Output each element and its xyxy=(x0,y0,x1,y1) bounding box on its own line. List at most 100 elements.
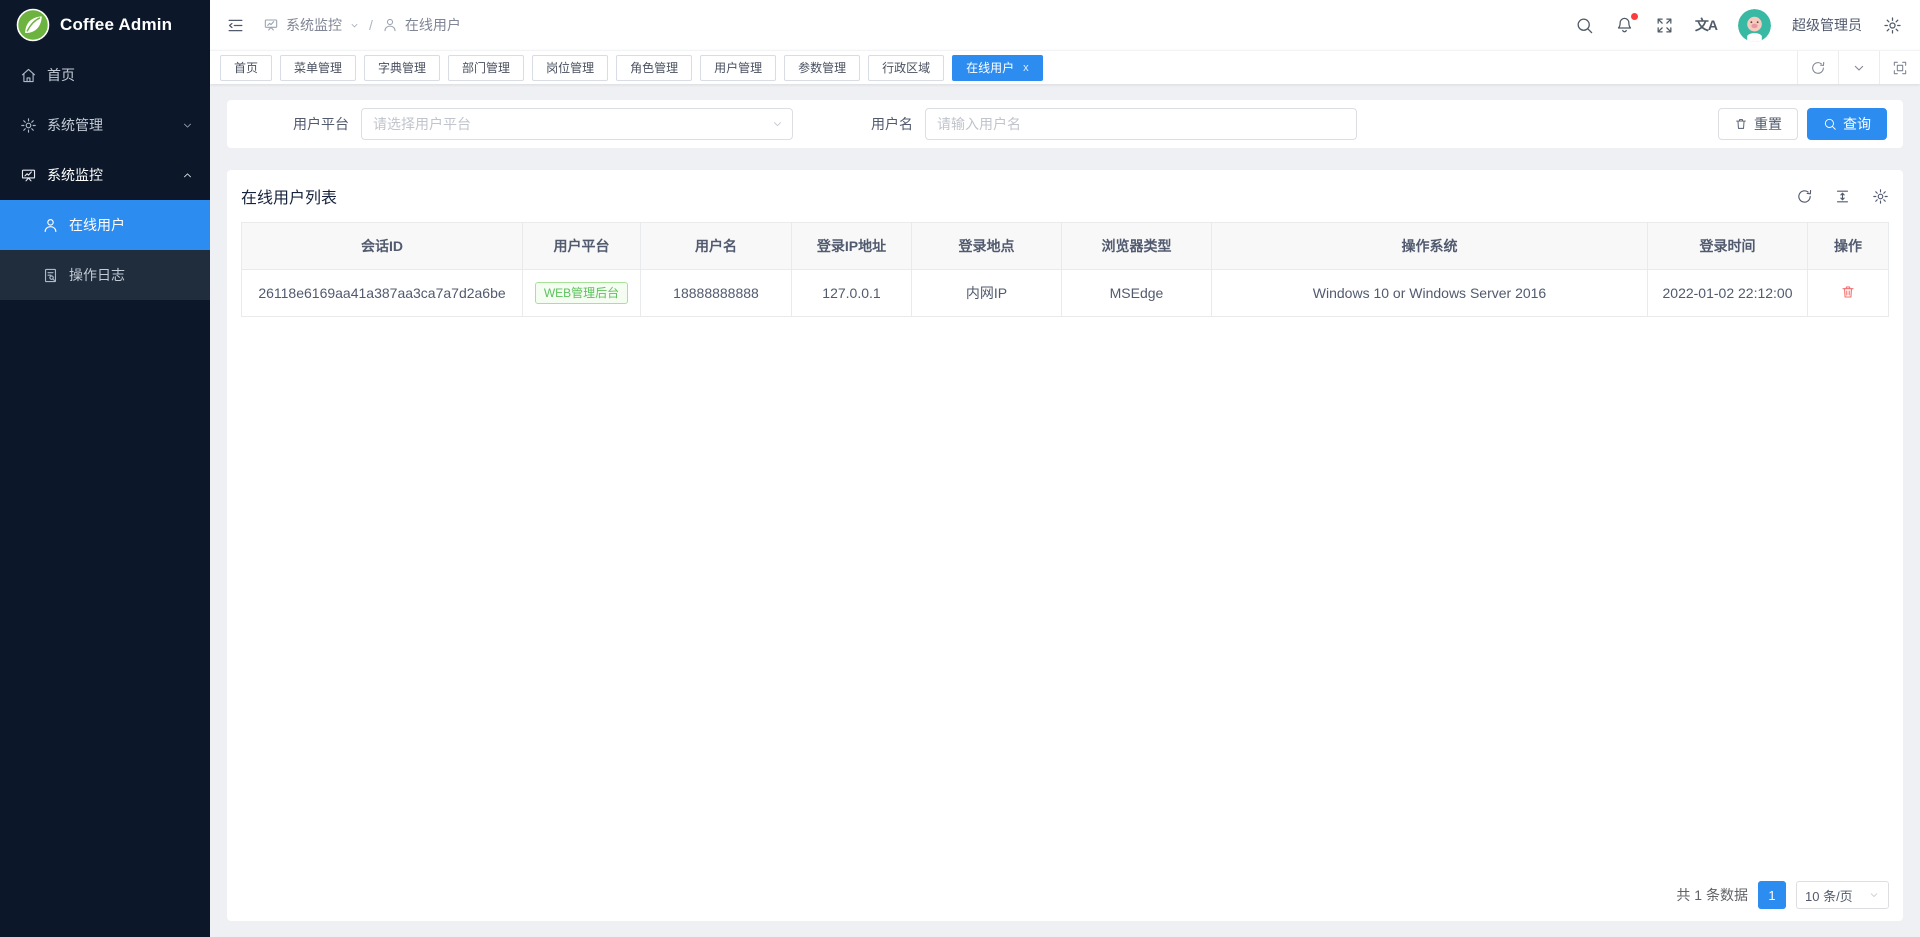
pagination-total: 共 1 条数据 xyxy=(1676,885,1748,905)
sidebar-collapse-icon[interactable] xyxy=(226,16,245,35)
reset-button[interactable]: 重置 xyxy=(1718,108,1798,140)
settings-gear-icon[interactable] xyxy=(1883,16,1902,35)
cell-platform: WEB管理后台 xyxy=(523,270,641,317)
tab-role-management[interactable]: 角色管理 xyxy=(616,55,692,81)
notification-badge xyxy=(1631,13,1638,20)
filter-actions: 重置 查询 xyxy=(1718,108,1887,140)
avatar[interactable] xyxy=(1738,9,1771,42)
username-input[interactable] xyxy=(925,108,1357,140)
fullscreen-icon[interactable] xyxy=(1655,16,1674,35)
top-header: 系统监控 / 在线用户 文A 超级管 xyxy=(210,0,1920,50)
tab-online-users[interactable]: 在线用户 x xyxy=(952,55,1043,81)
cell-os: Windows 10 or Windows Server 2016 xyxy=(1212,270,1648,317)
sidebar-item-label: 操作日志 xyxy=(69,265,125,285)
col-actions: 操作 xyxy=(1808,223,1889,270)
breadcrumb-parent[interactable]: 系统监控 xyxy=(286,15,342,35)
tab-user-management[interactable]: 用户管理 xyxy=(700,55,776,81)
search-icon[interactable] xyxy=(1575,16,1594,35)
sidebar-item-label: 系统监控 xyxy=(47,165,103,185)
person-icon xyxy=(382,17,398,33)
main-area: 系统监控 / 在线用户 文A 超级管 xyxy=(210,0,1920,937)
username-field[interactable] xyxy=(925,108,1357,140)
tab-bar: 首页 菜单管理 字典管理 部门管理 岗位管理 角色管理 用户管理 参数管理 行政… xyxy=(210,50,1920,84)
platform-select[interactable] xyxy=(361,108,793,140)
monitor-board-icon xyxy=(263,17,279,33)
trash-icon xyxy=(1734,117,1748,131)
col-username: 用户名 xyxy=(641,223,792,270)
cell-username: 18888888888 xyxy=(641,270,792,317)
log-search-icon xyxy=(42,267,59,284)
page-content: 用户平台 用户名 重置 xyxy=(210,84,1920,937)
delete-trash-icon[interactable] xyxy=(1840,284,1856,300)
cell-login-time: 2022-01-02 22:12:00 xyxy=(1648,270,1808,317)
online-users-table: 会话ID 用户平台 用户名 登录IP地址 登录地点 浏览器类型 操作系统 登录时… xyxy=(241,222,1889,317)
close-icon[interactable]: x xyxy=(1023,62,1029,74)
bell-icon[interactable] xyxy=(1615,16,1634,35)
maximize-icon[interactable] xyxy=(1879,51,1920,84)
pagination: 共 1 条数据 1 10 条/页 xyxy=(241,871,1889,909)
platform-select-input[interactable] xyxy=(361,108,793,140)
chevron-up-icon xyxy=(181,169,194,182)
col-platform: 用户平台 xyxy=(523,223,641,270)
sidebar-item-system-management[interactable]: 系统管理 xyxy=(0,100,210,150)
platform-label: 用户平台 xyxy=(243,114,349,134)
tab-bar-tools xyxy=(1797,51,1920,84)
leaf-logo-icon xyxy=(16,8,50,42)
col-login-location: 登录地点 xyxy=(912,223,1062,270)
sidebar-item-system-monitor[interactable]: 系统监控 xyxy=(0,150,210,200)
cell-login-ip: 127.0.0.1 xyxy=(792,270,912,317)
tab-param-management[interactable]: 参数管理 xyxy=(784,55,860,81)
chevron-down-icon xyxy=(1868,889,1880,901)
online-users-card: 在线用户列表 会话ID 用户平台 xyxy=(227,170,1903,921)
platform-tag: WEB管理后台 xyxy=(535,282,628,304)
sidebar-submenu: 在线用户 操作日志 xyxy=(0,200,210,300)
tab-dept-management[interactable]: 部门管理 xyxy=(448,55,524,81)
username-label: 用户名 xyxy=(827,114,913,134)
app-logo[interactable]: Coffee Admin xyxy=(0,0,210,50)
column-settings-gear-icon[interactable] xyxy=(1872,188,1889,205)
translate-icon[interactable]: 文A xyxy=(1695,15,1717,35)
cell-actions xyxy=(1808,270,1889,317)
breadcrumb: 系统监控 / 在线用户 xyxy=(263,15,461,35)
tab-home[interactable]: 首页 xyxy=(220,55,272,81)
col-os: 操作系统 xyxy=(1212,223,1648,270)
current-username[interactable]: 超级管理员 xyxy=(1792,15,1862,35)
page-number-button[interactable]: 1 xyxy=(1758,881,1786,909)
sidebar-item-operation-logs[interactable]: 操作日志 xyxy=(0,250,210,300)
tab-dict-management[interactable]: 字典管理 xyxy=(364,55,440,81)
cell-login-location: 内网IP xyxy=(912,270,1062,317)
page-size-select[interactable]: 10 条/页 xyxy=(1796,881,1889,909)
chevron-down-icon[interactable] xyxy=(349,20,360,31)
col-browser: 浏览器类型 xyxy=(1062,223,1212,270)
header-actions: 文A 超级管理员 xyxy=(1575,9,1902,42)
table-row: 26118e6169aa41a387aa3ca7a7d2a6be WEB管理后台… xyxy=(242,270,1889,317)
refresh-icon[interactable] xyxy=(1797,51,1838,84)
row-height-icon[interactable] xyxy=(1834,188,1851,205)
filter-card: 用户平台 用户名 重置 xyxy=(227,100,1903,148)
card-header: 在线用户列表 xyxy=(241,170,1889,222)
cell-browser: MSEdge xyxy=(1062,270,1212,317)
tab-admin-region[interactable]: 行政区域 xyxy=(868,55,944,81)
col-session-id: 会话ID xyxy=(242,223,523,270)
monitor-board-icon xyxy=(20,167,37,184)
sidebar-item-label: 系统管理 xyxy=(47,115,103,135)
app-title: Coffee Admin xyxy=(60,15,172,35)
refresh-icon[interactable] xyxy=(1796,188,1813,205)
gear-icon xyxy=(20,117,37,134)
sidebar-item-online-users[interactable]: 在线用户 xyxy=(0,200,210,250)
search-button[interactable]: 查询 xyxy=(1807,108,1887,140)
card-tools xyxy=(1796,188,1889,205)
chevron-down-icon xyxy=(181,119,194,132)
sidebar-item-label: 在线用户 xyxy=(69,215,125,235)
card-title: 在线用户列表 xyxy=(241,184,337,208)
chevron-down-icon[interactable] xyxy=(1838,51,1879,84)
tab-menu-management[interactable]: 菜单管理 xyxy=(280,55,356,81)
sidebar-item-home[interactable]: 首页 xyxy=(0,50,210,100)
sidebar: Coffee Admin 首页 系统管理 系统监控 在线用户 xyxy=(0,0,210,937)
tab-post-management[interactable]: 岗位管理 xyxy=(532,55,608,81)
person-icon xyxy=(42,217,59,234)
cell-session-id: 26118e6169aa41a387aa3ca7a7d2a6be xyxy=(242,270,523,317)
search-icon xyxy=(1823,117,1837,131)
col-login-ip: 登录IP地址 xyxy=(792,223,912,270)
breadcrumb-separator: / xyxy=(369,17,373,33)
